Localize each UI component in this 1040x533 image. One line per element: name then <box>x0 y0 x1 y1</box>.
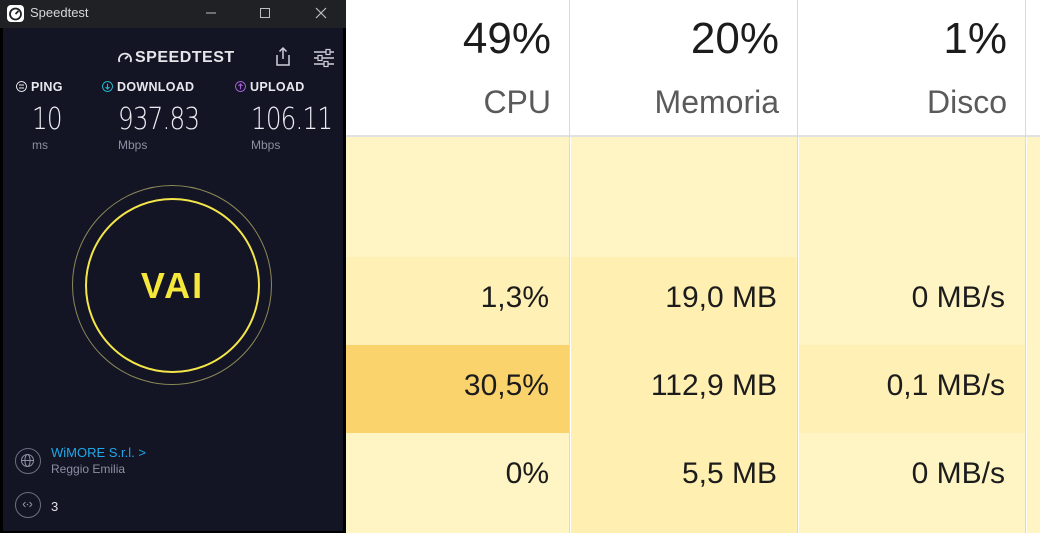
upload-label: UPLOAD <box>250 80 305 94</box>
memory-column-label: Memoria <box>654 84 779 120</box>
minimize-button[interactable] <box>196 3 226 25</box>
column-header-partial[interactable] <box>1027 0 1040 135</box>
memory-total-percent: 20% <box>690 14 779 63</box>
sliders-icon <box>314 48 334 68</box>
cpu-value: 1,3% <box>480 281 549 314</box>
go-button-label: VAI <box>140 265 205 306</box>
cpu-column-label: CPU <box>483 84 551 120</box>
disk-total-percent: 1% <box>943 14 1007 63</box>
speedtest-window: Speedtest SPEEDTEST PING 10 ms DOWNLOAD … <box>0 0 346 533</box>
window-title: Speedtest <box>30 5 89 20</box>
cpu-cell[interactable]: 0% <box>346 433 569 533</box>
disk-cell[interactable]: 0 MB/s <box>799 433 1025 533</box>
speedtest-body: SPEEDTEST PING 10 ms DOWNLOAD 937.83 Mbp… <box>3 28 343 531</box>
cpu-value: 30,5% <box>463 369 549 402</box>
disk-value: 0,1 MB/s <box>886 369 1005 402</box>
speedometer-icon <box>118 52 132 63</box>
download-value: 937.83 <box>118 102 200 137</box>
memory-cell[interactable]: 19,0 MB <box>571 257 797 345</box>
column-header-cpu[interactable]: 49% CPU <box>346 0 569 135</box>
memory-value: 5,5 MB <box>681 457 777 490</box>
cpu-value: 0% <box>505 457 549 490</box>
connections-count: 3 <box>51 499 59 514</box>
next-column-cell <box>1027 257 1040 345</box>
disk-value: 0 MB/s <box>911 281 1005 314</box>
isp-location: Reggio Emilia <box>51 462 126 476</box>
globe-icon <box>15 448 41 474</box>
ping-icon <box>16 81 27 92</box>
disk-value: 0 MB/s <box>911 457 1005 490</box>
memory-cell[interactable]: 112,9 MB <box>571 345 797 433</box>
settings-button[interactable] <box>313 48 335 68</box>
next-column-cell <box>1027 433 1040 533</box>
download-unit: Mbps <box>118 138 148 152</box>
download-arrow-icon <box>102 81 113 92</box>
next-column-cell <box>1027 345 1040 433</box>
task-manager-table: 1,3% 19,0 MB 0 MB/s 30,5% 112,9 MB 0,1 M… <box>346 0 1040 533</box>
column-header-disk[interactable]: 1% Disco <box>799 0 1025 135</box>
share-icon <box>276 46 290 66</box>
speedtest-app-icon <box>7 5 24 22</box>
table-row-empty-cpu <box>346 137 569 257</box>
header-separator <box>346 135 1040 137</box>
disk-cell[interactable]: 0,1 MB/s <box>799 345 1025 433</box>
memory-cell[interactable]: 5,5 MB <box>571 433 797 533</box>
table-row-empty-disk <box>799 137 1025 257</box>
ping-unit: ms <box>32 138 48 152</box>
upload-unit: Mbps <box>251 138 281 152</box>
go-button[interactable]: VAI <box>85 198 260 373</box>
ping-metric: PING 10 ms <box>16 80 96 160</box>
table-row-empty-next <box>1027 137 1040 257</box>
disk-column-label: Disco <box>926 84 1007 120</box>
upload-value: 106.11 <box>251 102 333 137</box>
download-label: DOWNLOAD <box>117 80 195 94</box>
brand-name: SPEEDTEST <box>135 49 235 66</box>
memory-value: 112,9 MB <box>650 369 777 402</box>
ping-value: 10 <box>32 102 62 137</box>
maximize-button[interactable] <box>250 3 280 25</box>
upload-arrow-icon <box>235 81 246 92</box>
disk-cell[interactable]: 0 MB/s <box>799 257 1025 345</box>
close-button[interactable] <box>306 3 336 25</box>
memory-value: 19,0 MB <box>665 281 777 314</box>
share-button[interactable] <box>273 46 293 68</box>
ping-label: PING <box>31 80 63 94</box>
column-divider[interactable] <box>797 0 798 533</box>
connections-icon[interactable] <box>15 492 41 518</box>
cpu-cell[interactable]: 1,3% <box>346 257 569 345</box>
cpu-cell[interactable]: 30,5% <box>346 345 569 433</box>
column-divider[interactable] <box>569 0 570 533</box>
table-row-empty-mem <box>571 137 797 257</box>
column-header-memory[interactable]: 20% Memoria <box>571 0 797 135</box>
column-divider[interactable] <box>1025 0 1026 533</box>
cpu-total-percent: 49% <box>462 14 551 63</box>
download-metric: DOWNLOAD 937.83 Mbps <box>102 80 222 160</box>
upload-metric: UPLOAD 106.11 Mbps <box>235 80 343 160</box>
isp-name-link[interactable]: WiMORE S.r.l. > <box>51 445 146 460</box>
title-bar[interactable]: Speedtest <box>0 0 346 28</box>
